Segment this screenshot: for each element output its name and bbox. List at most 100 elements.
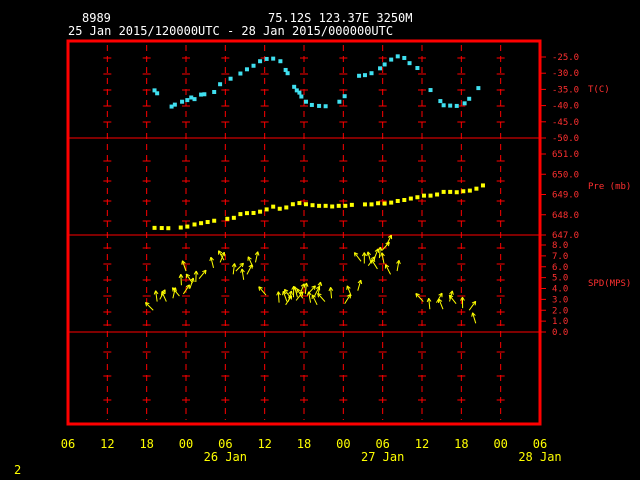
wind-arrow: [246, 264, 253, 275]
pressure-point: [284, 205, 289, 210]
temperature-series: [152, 54, 481, 109]
wind-arrow: [415, 293, 424, 302]
temperature-point: [218, 82, 223, 87]
wind-arrow: [317, 292, 326, 302]
y-tick-label: -40.0: [552, 102, 579, 112]
pressure-series: [152, 183, 485, 231]
temperature-point: [317, 103, 322, 108]
x-tick-label: 18: [454, 437, 468, 451]
temperature-point: [415, 66, 420, 71]
pressure-point: [376, 201, 381, 206]
wind-arrow: [181, 260, 187, 272]
temperature-point: [441, 103, 446, 108]
x-date-label: 26 Jan: [204, 450, 247, 464]
temperature-point: [362, 73, 367, 78]
x-tick-label: 06: [61, 437, 75, 451]
wind-arrow: [357, 279, 363, 291]
pressure-point: [310, 203, 315, 208]
y-tick-label: 5.0: [552, 274, 568, 284]
station-location: 75.12S 123.37E 3250M: [268, 11, 413, 25]
pressure-point: [166, 226, 171, 231]
pressure-point: [185, 224, 190, 229]
pressure-point: [178, 225, 183, 230]
temperature-point: [337, 99, 342, 104]
temperature-point: [192, 97, 197, 102]
pressure-point: [421, 193, 426, 198]
temperature-point: [278, 59, 283, 64]
wind-arrow: [380, 252, 385, 264]
pressure-point: [389, 200, 394, 205]
y-tick-label: 647.0: [552, 231, 579, 241]
temperature-point: [285, 71, 290, 76]
date-range: 25 Jan 2015/120000UTC - 28 Jan 2015/0000…: [68, 24, 393, 38]
temperature-point: [244, 67, 249, 72]
wind-arrow: [361, 252, 367, 264]
wind-series: [144, 234, 477, 324]
x-tick-label: 00: [336, 437, 350, 451]
pressure-point: [480, 183, 485, 188]
wind-arrow: [198, 269, 207, 280]
temperature-point: [303, 99, 308, 104]
temperature-point: [180, 99, 185, 104]
temperature-point: [172, 102, 177, 107]
wind-arrow: [231, 263, 237, 275]
pressure-point: [395, 198, 400, 203]
temperature-point: [271, 56, 276, 61]
temperature-point: [369, 71, 374, 76]
y-tick-label: 8.0: [552, 241, 568, 251]
wind-arrow: [240, 268, 245, 280]
y-tick-label: 651.0: [552, 150, 579, 160]
wind-arrow: [193, 270, 199, 282]
wind-arrow: [328, 287, 334, 299]
temperature-point: [448, 103, 453, 108]
y-tick-label: 0.0: [552, 328, 568, 338]
pressure-point: [336, 203, 341, 208]
wind-arrow: [346, 285, 352, 297]
meteogram: 8989 75.12S 123.37E 3250M 25 Jan 2015/12…: [14, 11, 631, 477]
y-tick-label: -35.0: [552, 85, 579, 95]
y-tick-label: 4.0: [552, 285, 568, 295]
pressure-point: [474, 186, 479, 191]
temperature-point: [251, 63, 256, 68]
temperature-point: [155, 91, 160, 96]
y-tick-label: 7.0: [552, 252, 568, 262]
y-tick-label: -50.0: [552, 134, 579, 144]
temperature-point: [454, 103, 459, 108]
temperature-point: [264, 56, 269, 61]
pressure-point: [303, 202, 308, 207]
pressure-point: [159, 226, 164, 231]
pressure-point: [152, 225, 157, 230]
pressure-point: [428, 193, 433, 198]
wind-arrow: [276, 291, 281, 303]
temperature-point: [462, 101, 467, 106]
wind-speed-axis-label: SPD(MPS): [588, 279, 631, 289]
pressure-point: [264, 207, 269, 212]
x-tick-label: 18: [139, 437, 153, 451]
y-tick-label: 650.0: [552, 170, 579, 180]
wind-arrow: [468, 300, 477, 311]
temperature-point: [299, 94, 304, 99]
temperature-point: [185, 98, 190, 103]
right-axis-layer: -25.0 -30.0 -35.0 -40.0 -45.0 -50.0 651.0 650.0…: [540, 53, 579, 338]
temperature-point: [342, 94, 347, 99]
pressure-point: [362, 202, 367, 207]
pressure-point: [212, 218, 217, 223]
pressure-point: [238, 212, 243, 217]
temperature-point: [378, 66, 383, 71]
x-tick-label: 06: [218, 437, 232, 451]
pressure-point: [258, 209, 263, 214]
y-tick-label: 648.0: [552, 211, 579, 221]
pressure-point: [382, 201, 387, 206]
pressure-point: [441, 189, 446, 194]
pressure-point: [461, 189, 466, 194]
pressure-point: [277, 206, 282, 211]
pressure-point: [402, 198, 407, 203]
temperature-point: [438, 99, 443, 104]
pressure-point: [297, 201, 302, 206]
station-id: 8989: [82, 11, 111, 25]
pressure-point: [448, 189, 453, 194]
x-tick-label: 12: [100, 437, 114, 451]
wind-arrow: [396, 259, 401, 272]
pressure-point: [349, 202, 354, 207]
temperature-point: [407, 61, 412, 66]
